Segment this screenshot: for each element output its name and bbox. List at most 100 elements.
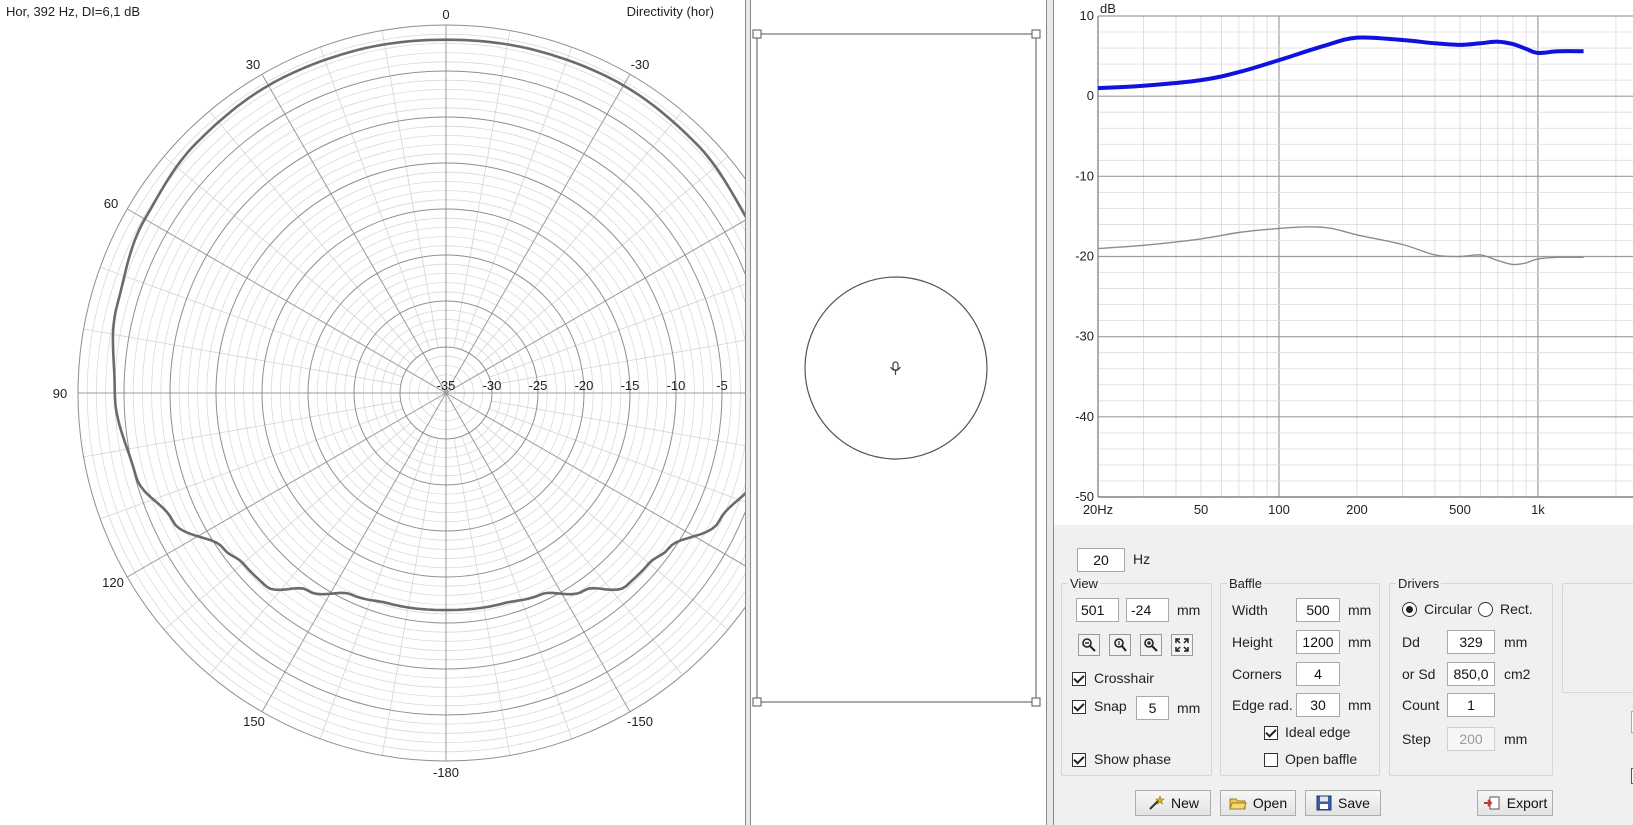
edge-radius-unit: mm <box>1348 697 1372 713</box>
zoom-in-icon <box>1144 638 1158 652</box>
polar-title: Directivity (hor) <box>627 4 714 19</box>
export-button-label: Export <box>1506 795 1548 811</box>
dd-label: Dd <box>1402 634 1420 650</box>
snap-checkbox[interactable] <box>1072 700 1086 714</box>
db-label-minus5: -5 <box>716 378 728 393</box>
open-button[interactable]: Open <box>1220 790 1296 816</box>
zoom-fit-button[interactable] <box>1171 634 1193 656</box>
baffle-group-title: Baffle <box>1227 576 1265 591</box>
polar-info: Hor, 392 Hz, DI=6,1 dB <box>6 4 140 19</box>
edge-radius-input[interactable]: 30 <box>1296 693 1340 717</box>
show-phase-checkbox[interactable] <box>1072 753 1086 767</box>
y-tick-label: -10 <box>1075 168 1094 183</box>
ideal-edge-label[interactable]: Ideal edge <box>1285 724 1350 740</box>
x-tick-label: 200 <box>1346 502 1368 517</box>
angle-label-minus30: -30 <box>631 57 650 72</box>
step-label: Step <box>1402 731 1431 747</box>
zoom-out-icon <box>1082 638 1096 652</box>
angle-label-90: 90 <box>53 386 67 401</box>
zoom-select-icon <box>1114 638 1127 652</box>
count-input[interactable]: 1 <box>1447 693 1495 717</box>
floppy-disk-icon <box>1316 795 1332 811</box>
zoom-in-button[interactable] <box>1140 634 1162 656</box>
y-tick-label: -30 <box>1075 329 1094 344</box>
sd-unit: cm2 <box>1504 666 1531 682</box>
y-tick-label: 0 <box>1087 88 1094 103</box>
magic-wand-icon <box>1149 795 1165 810</box>
corners-input[interactable]: 4 <box>1296 662 1340 686</box>
frequency-unit: Hz <box>1133 551 1151 567</box>
dd-input[interactable]: 329 <box>1447 630 1495 654</box>
db-label-minus20: -20 <box>575 378 594 393</box>
crosshair-label[interactable]: Crosshair <box>1094 670 1154 686</box>
x-tick-label: 1k <box>1531 502 1545 517</box>
x-tick-label: 50 <box>1194 502 1208 517</box>
fit-screen-icon <box>1175 638 1189 652</box>
count-label: Count <box>1402 697 1440 713</box>
angle-label-0: 0 <box>442 7 449 22</box>
snap-input[interactable]: 5 <box>1136 696 1169 720</box>
db-label-minus30: -30 <box>483 378 502 393</box>
resize-handle-tr[interactable] <box>1031 29 1041 39</box>
x-tick-label: 100 <box>1268 502 1290 517</box>
splitter-right[interactable] <box>1046 0 1054 825</box>
resize-handle-bl[interactable] <box>752 697 762 707</box>
db-label-minus10: -10 <box>667 378 686 393</box>
edge-radius-label: Edge rad. <box>1232 697 1293 713</box>
angle-label-120: 120 <box>102 575 124 590</box>
rect-radio[interactable] <box>1478 602 1493 617</box>
view-unit: mm <box>1177 602 1201 618</box>
open-baffle-checkbox[interactable] <box>1264 753 1278 767</box>
dd-unit: mm <box>1504 634 1528 650</box>
view-y-input[interactable]: -24 <box>1126 598 1169 622</box>
view-x-input[interactable]: 501 <box>1076 598 1119 622</box>
resize-handle-tl[interactable] <box>752 29 762 39</box>
resize-handle-br[interactable] <box>1031 697 1041 707</box>
db-label-minus35: -35 <box>437 378 456 393</box>
width-unit-label: mm <box>1348 602 1372 618</box>
polar-chart: 0 -30 30 60 90 120 150 -180 -150 -35 -30… <box>0 0 745 790</box>
circular-radio[interactable] <box>1402 602 1417 617</box>
folder-open-icon <box>1229 798 1247 810</box>
y-tick-label: -40 <box>1075 409 1094 424</box>
corners-label: Corners <box>1232 666 1282 682</box>
step-input: 200 <box>1447 727 1495 751</box>
angle-label-minus180: -180 <box>433 765 459 780</box>
drivers-group-title: Drivers <box>1396 576 1442 591</box>
open-baffle-label[interactable]: Open baffle <box>1285 751 1357 767</box>
new-button[interactable]: New <box>1135 790 1211 816</box>
save-button[interactable]: Save <box>1305 790 1381 816</box>
view-group-title: View <box>1068 576 1100 591</box>
angle-label-minus150: -150 <box>627 714 653 729</box>
show-phase-label[interactable]: Show phase <box>1094 751 1171 767</box>
export-icon <box>1483 796 1500 810</box>
export-button[interactable]: Export <box>1477 790 1553 816</box>
width-input[interactable]: 500 <box>1296 598 1340 622</box>
save-button-label: Save <box>1338 795 1370 811</box>
ideal-edge-checkbox[interactable] <box>1264 726 1278 740</box>
snap-unit: mm <box>1177 700 1201 716</box>
frequency-response-chart: dB 100-10-20-30-40-5020Hz 50 100 200 500 1k <box>1054 0 1633 525</box>
x-tick-label: 20Hz <box>1083 502 1113 517</box>
zoom-out-button[interactable] <box>1078 634 1100 656</box>
sd-input[interactable]: 850,0 <box>1447 662 1495 686</box>
height-label: Height <box>1232 634 1273 650</box>
y-tick-label: -20 <box>1075 249 1094 264</box>
snap-label[interactable]: Snap <box>1094 698 1127 714</box>
crosshair-checkbox[interactable] <box>1072 672 1086 686</box>
frequency-input[interactable]: 20 <box>1077 548 1125 572</box>
circular-label[interactable]: Circular <box>1424 601 1472 617</box>
new-button-label: New <box>1170 795 1199 811</box>
angle-label-150: 150 <box>243 714 265 729</box>
db-label-minus25: -25 <box>529 378 548 393</box>
height-unit: mm <box>1348 634 1372 650</box>
step-unit: mm <box>1504 731 1528 747</box>
y-tick-label: 10 <box>1080 8 1094 23</box>
angle-label-30: 30 <box>246 57 260 72</box>
rect-label[interactable]: Rect. <box>1500 601 1533 617</box>
baffle-view[interactable] <box>751 0 1046 825</box>
height-input[interactable]: 1200 <box>1296 630 1340 654</box>
open-button-label: Open <box>1252 795 1288 811</box>
angle-label-60: 60 <box>104 196 118 211</box>
zoom-select-button[interactable] <box>1109 634 1131 656</box>
